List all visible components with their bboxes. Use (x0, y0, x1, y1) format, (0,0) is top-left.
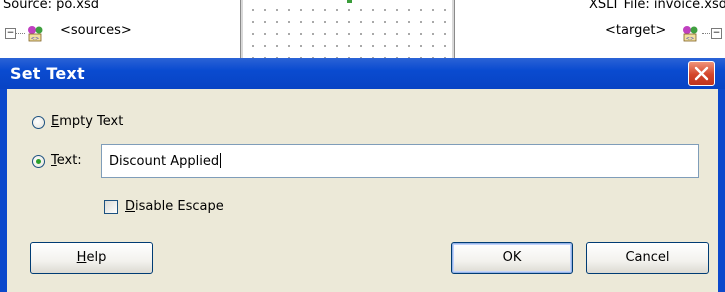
tree-connector (702, 33, 710, 34)
xslt-title: XSLT File: invoice.xsd (588, 0, 725, 12)
help-mnemonic: H (76, 250, 87, 265)
empty-text-mnemonic: E (51, 114, 60, 129)
collapse-icon[interactable]: − (711, 28, 722, 39)
empty-text-label-rest: mpty Text (59, 114, 124, 129)
dialog-frame-left (0, 89, 7, 292)
text-input[interactable]: Discount Applied (101, 144, 699, 178)
disable-escape-label-rest: isable Escape (135, 199, 224, 214)
close-button[interactable] (688, 61, 715, 86)
text-label-rest: ext: (56, 153, 82, 168)
text-radio[interactable] (32, 155, 45, 168)
svg-text:<>: <> (31, 36, 39, 42)
empty-text-radio[interactable] (32, 116, 45, 129)
text-input-content: Discount Applied (109, 154, 220, 169)
set-text-dialog: Set Text Empty Text Text: Discount Appli… (0, 58, 725, 292)
schema-node-icon: <> (28, 26, 43, 42)
ok-button[interactable]: OK (451, 242, 573, 274)
target-node-label[interactable]: <target> (605, 23, 666, 38)
disable-escape-label[interactable]: Disable Escape (125, 199, 224, 214)
close-icon (694, 66, 709, 81)
sources-node-label[interactable]: <sources> (60, 23, 132, 38)
target-pane: XSLT File: invoice.xsd <target> <> − (454, 0, 725, 58)
schema-node-icon: <> (683, 26, 698, 42)
mapping-canvas (240, 0, 455, 58)
dialog-title: Set Text (10, 64, 85, 83)
text-label[interactable]: Text: (51, 153, 82, 168)
help-button[interactable]: Help (30, 242, 153, 274)
dialog-frame-right (718, 89, 725, 292)
source-title: Source: po.xsd (3, 0, 99, 12)
text-caret (220, 153, 222, 168)
cancel-button[interactable]: Cancel (586, 242, 709, 274)
disable-escape-mnemonic: D (125, 199, 136, 214)
empty-text-label[interactable]: Empty Text (51, 114, 123, 129)
svg-text:<>: <> (686, 36, 694, 42)
disable-escape-checkbox[interactable] (104, 200, 118, 214)
collapse-icon[interactable]: − (5, 28, 16, 39)
radio-selected-dot (36, 159, 41, 164)
connection-marker (347, 0, 352, 3)
tree-connector (16, 33, 25, 34)
help-label-rest: elp (86, 250, 107, 265)
dialog-titlebar[interactable]: Set Text (0, 58, 725, 89)
mapper-background: Source: po.xsd − <> <sources> XSLT File:… (0, 0, 725, 58)
source-pane: Source: po.xsd − <> <sources> (0, 0, 240, 58)
text-input-value: Discount Applied (109, 153, 222, 169)
